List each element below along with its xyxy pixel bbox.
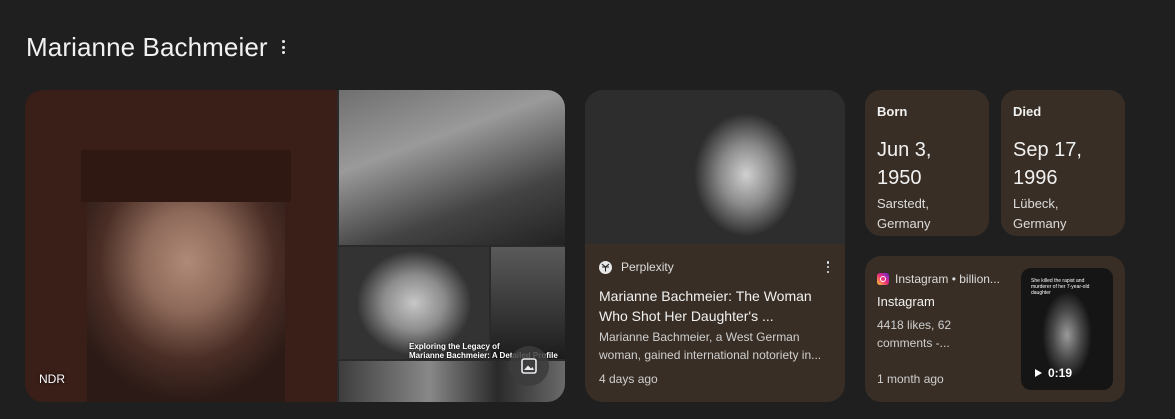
- article-card[interactable]: Perplexity Marianne Bachmeier: The Woman…: [585, 90, 845, 402]
- knowledge-panel-header: Marianne Bachmeier: [26, 30, 288, 64]
- perplexity-icon: [599, 260, 612, 274]
- video-duration: 0:19: [1035, 366, 1072, 380]
- video-snippet: 4418 likes, 62 comments -...: [877, 318, 952, 350]
- image-gallery-button[interactable]: [509, 346, 549, 386]
- article-source-name: Perplexity: [621, 260, 674, 274]
- article-date: 4 days ago: [599, 372, 658, 386]
- video-thumbnail[interactable]: She killed the rapist and murderer of he…: [1021, 268, 1113, 390]
- born-label: Born: [877, 104, 908, 119]
- video-thumbnail-caption: She killed the rapist and murderer of he…: [1031, 278, 1090, 296]
- article-more-options-icon[interactable]: [825, 261, 831, 273]
- video-source-name: Instagram • billion...: [895, 272, 1000, 286]
- video-title[interactable]: Instagram: [877, 294, 935, 309]
- video-card[interactable]: Instagram • billion... Instagram 4418 li…: [865, 256, 1125, 402]
- main-portrait-image[interactable]: [25, 90, 337, 402]
- died-fact-card[interactable]: Died Sep 17, 1996 Lübeck, Germany: [1001, 90, 1125, 236]
- died-place: Lübeck, Germany: [1013, 196, 1067, 231]
- image-credit: NDR: [39, 372, 65, 386]
- video-source-row: Instagram • billion...: [877, 272, 1000, 286]
- entity-title: Marianne Bachmeier: [26, 31, 268, 62]
- born-place: Sarstedt, Germany: [877, 196, 931, 231]
- more-options-icon[interactable]: [280, 40, 288, 54]
- died-label: Died: [1013, 104, 1042, 119]
- article-title[interactable]: Marianne Bachmeier: The Woman Who Shot H…: [599, 286, 829, 326]
- died-date: Sep 17, 1996: [1013, 139, 1082, 189]
- article-source-row: Perplexity: [599, 260, 831, 274]
- play-icon: [1035, 369, 1042, 377]
- image-icon: [521, 358, 537, 374]
- article-snippet: Marianne Bachmeier, a West German woman,…: [599, 330, 822, 362]
- instagram-icon: [877, 273, 889, 285]
- article-image: [585, 90, 845, 244]
- collage-image-top-right[interactable]: [339, 90, 565, 245]
- image-collage[interactable]: Exploring the Legacy of Marianne Bachmei…: [25, 90, 565, 402]
- born-fact-card[interactable]: Born Jun 3, 1950 Sarstedt, Germany: [865, 90, 989, 236]
- born-date: Jun 3, 1950: [877, 139, 932, 189]
- video-date: 1 month ago: [877, 372, 944, 386]
